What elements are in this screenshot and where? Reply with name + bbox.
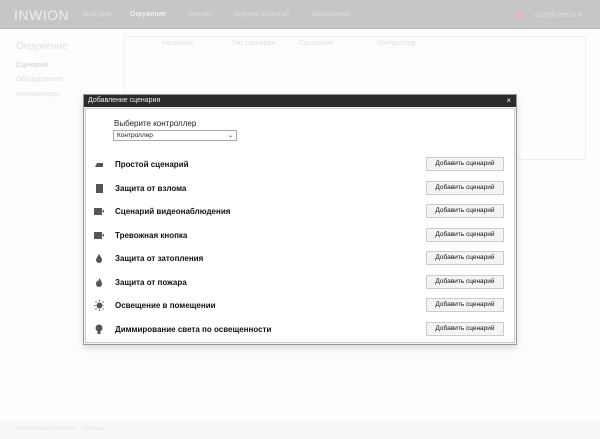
sidebar-title: Окружение (16, 41, 68, 52)
scenario-row: Защита от взлома Добавить сценарий (86, 180, 514, 197)
col-controller: Контроллер (377, 40, 416, 47)
drop-icon (94, 254, 104, 263)
controller-select-value: Контроллер (117, 132, 153, 139)
scenario-label: Диммирование света по освещенности (115, 324, 272, 334)
nav-environment[interactable]: Окружение (130, 11, 166, 18)
nav-video[interactable]: Видеозапис (312, 11, 351, 18)
scenario-label: Простой сценарий (115, 160, 189, 169)
scenario-row: Простой сценарий Добавить сценарий (86, 157, 514, 173)
add-scenario-button[interactable]: Добавить сценарий (426, 157, 504, 171)
scenario-row: Освещение в помещении Добавить сценарий (86, 298, 514, 314)
top-header: INWION Мой дом Окружение Аналит Журнал с… (0, 0, 600, 29)
notification-icon[interactable] (515, 10, 521, 18)
scenario-label: Защита от пожара (115, 277, 187, 287)
close-icon[interactable]: × (506, 96, 511, 105)
add-scenario-button[interactable]: Добавить сценарий (426, 321, 504, 336)
dialog-body: Выберите контроллер Контроллер ⌄ Простой… (85, 108, 515, 343)
controller-select[interactable]: Контроллер ⌄ (113, 130, 237, 141)
add-scenario-button[interactable]: Добавить сценарий (426, 298, 504, 312)
sidebar-item-controllers[interactable]: Контроллеры (16, 91, 60, 98)
sun-icon (94, 300, 104, 311)
col-state: Состояние (299, 40, 334, 47)
user-menu[interactable]: user@user.ru ▾ (534, 11, 582, 19)
dialog-titlebar: Добавление сценария × (84, 95, 516, 107)
controller-label: Выберите контроллер (114, 119, 197, 128)
camera-icon (94, 231, 104, 240)
scenario-label: Защита от взлома (115, 183, 187, 193)
scenario-row: Сценарий видеонаблюдения Добавить сценар… (86, 204, 514, 220)
chevron-down-icon: ⌄ (227, 133, 233, 139)
footer-link-help[interactable]: Помощь (81, 426, 104, 432)
iron-icon (94, 160, 104, 169)
add-scenario-button[interactable]: Добавить сценарий (426, 204, 504, 218)
nav-my-home[interactable]: Мой дом (83, 11, 111, 18)
shield-icon (94, 183, 104, 193)
footer-link-templates[interactable]: Шаблонные решения (16, 426, 76, 432)
scenario-row: Диммирование света по освещенности Добав… (86, 321, 514, 338)
bulb-icon (94, 324, 104, 334)
scenario-label: Освещение в помещении (115, 301, 216, 310)
scenario-row: Защита от пожара Добавить сценарий (86, 274, 514, 291)
sidebar-item-equipment[interactable]: Оборудование (16, 76, 64, 83)
scenario-row: Защита от затопления Добавить сценарий (86, 251, 514, 267)
fire-icon (94, 277, 104, 287)
scenario-label: Защита от затопления (115, 254, 204, 263)
add-scenario-button[interactable]: Добавить сценарий (426, 251, 504, 265)
scenario-row: Тревожная кнопка Добавить сценарий (86, 227, 514, 244)
add-scenario-button[interactable]: Добавить сценарий (426, 274, 504, 289)
add-scenario-dialog: Добавление сценария × Выберите контролле… (83, 94, 517, 345)
col-type: Тип сценария (231, 40, 276, 47)
nav-analytics[interactable]: Аналит (188, 11, 212, 18)
footer: Шаблонные решения Помощь (0, 420, 600, 439)
col-name: Название (162, 40, 194, 47)
logo: INWION (14, 7, 70, 23)
add-scenario-button[interactable]: Добавить сценарий (426, 180, 504, 195)
scenario-label: Тревожная кнопка (115, 230, 188, 240)
camera-icon (94, 207, 104, 216)
sidebar-item-scenarios[interactable]: Сценарии (16, 62, 48, 69)
nav-event-log[interactable]: Журнал событий (234, 11, 289, 18)
scenario-label: Сценарий видеонаблюдения (115, 207, 231, 216)
add-scenario-button[interactable]: Добавить сценарий (426, 227, 504, 242)
dialog-title: Добавление сценария (88, 97, 161, 104)
